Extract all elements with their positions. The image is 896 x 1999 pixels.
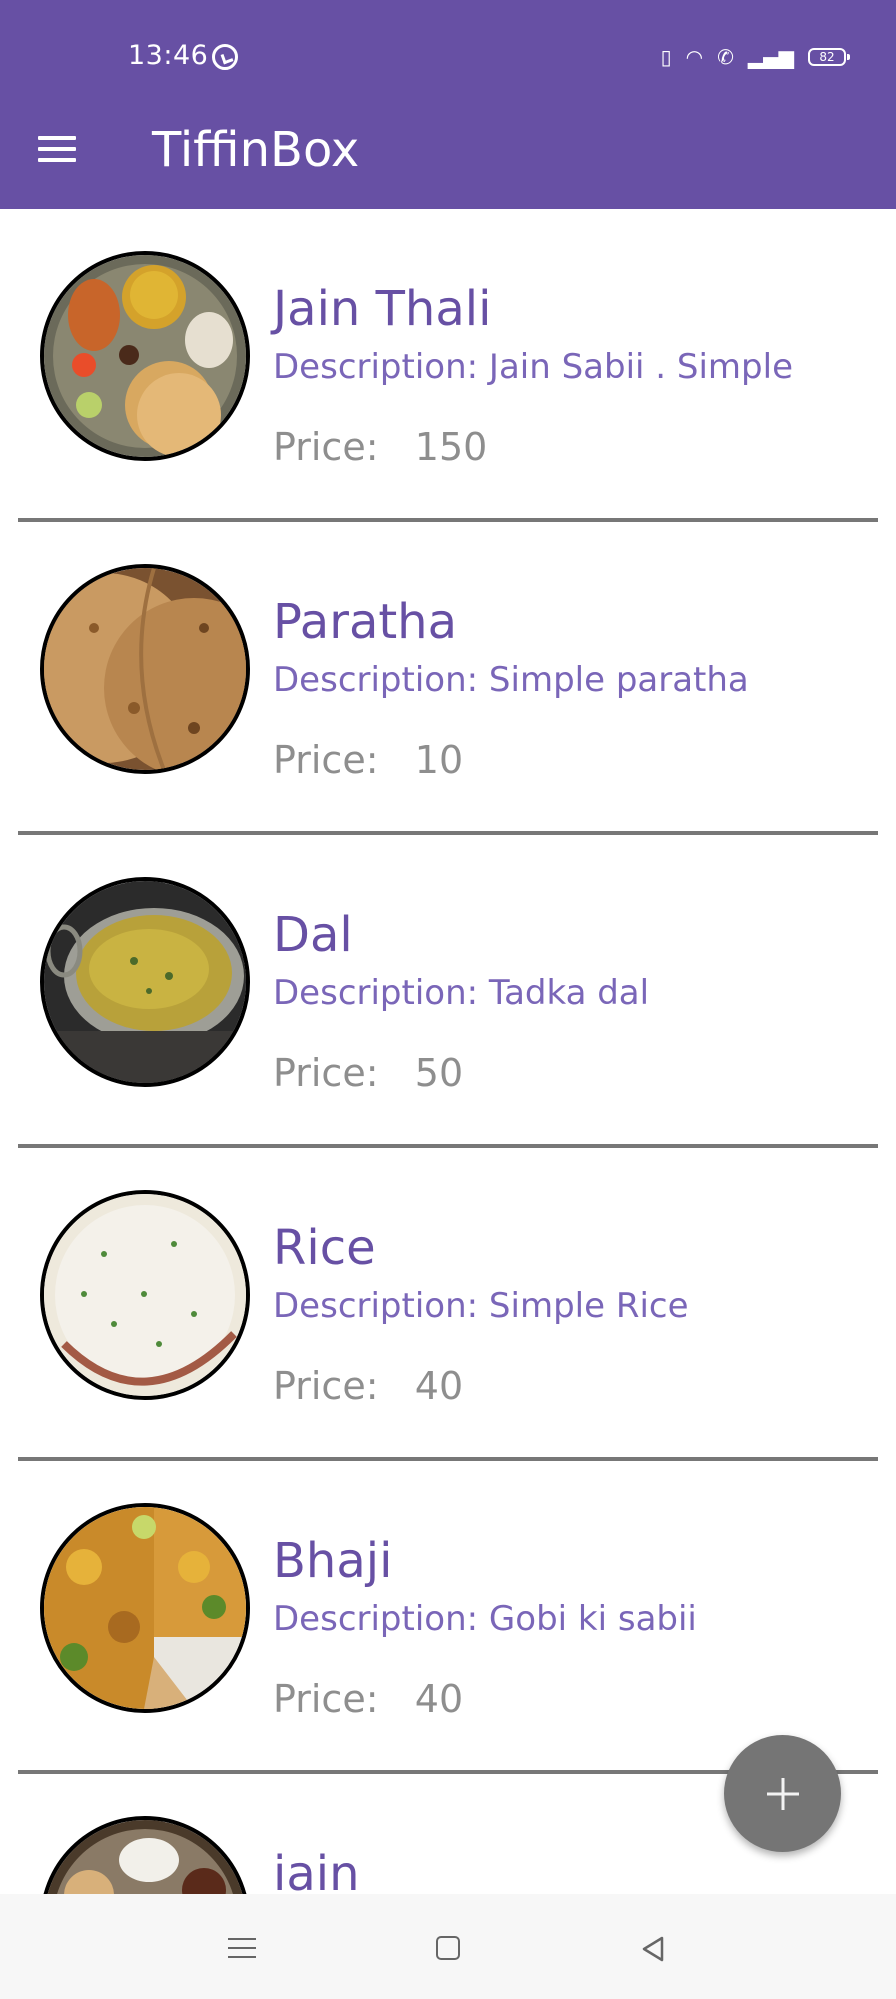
food-image — [40, 564, 250, 774]
list-item[interactable]: Jain Thali Description: Jain Sabii . Sim… — [0, 209, 896, 522]
item-description: Description: Simple paratha — [273, 660, 749, 700]
item-description: Description: Gobi ki sabii — [273, 1599, 697, 1639]
status-icons: ▯ ◠ ✆ ▂▄▆ 82 — [660, 44, 850, 70]
item-description: Description: Jain Sabii . Simple — [273, 347, 793, 387]
item-price: Price: 10 — [273, 738, 464, 782]
food-image — [40, 251, 250, 461]
recents-icon[interactable] — [228, 1936, 256, 1960]
list-item[interactable]: Rice Description: Simple Rice Price: 40 — [0, 1148, 896, 1461]
add-button[interactable] — [724, 1735, 841, 1852]
list-item[interactable]: Paratha Description: Simple paratha Pric… — [0, 522, 896, 835]
list-item[interactable]: Bhaji Description: Gobi ki sabii Price: … — [0, 1461, 896, 1774]
item-description: Description: Simple Rice — [273, 1286, 689, 1326]
item-name: Dal — [273, 907, 353, 963]
item-price: Price: 40 — [273, 1677, 464, 1721]
item-price: Price: 40 — [273, 1364, 464, 1408]
call-icon: ✆ — [717, 45, 734, 69]
app-title: TiffinBox — [152, 122, 360, 178]
list-item[interactable]: Dal Description: Tadka dal Price: 50 — [0, 835, 896, 1148]
home-icon[interactable] — [436, 1936, 460, 1960]
food-image — [40, 1816, 250, 1894]
item-price: Price: 50 — [273, 1051, 464, 1095]
item-description: Description: Tadka dal — [273, 973, 650, 1013]
status-time: 13:46 — [128, 40, 209, 71]
item-price: Price: 150 — [273, 425, 488, 469]
food-list[interactable]: Jain Thali Description: Jain Sabii . Sim… — [0, 209, 896, 1894]
system-nav-bar — [0, 1894, 896, 1999]
food-image — [40, 1190, 250, 1400]
item-name: iain — [273, 1846, 360, 1894]
item-name: Rice — [273, 1220, 376, 1276]
item-name: Paratha — [273, 594, 458, 650]
wifi-icon: ◠ — [685, 45, 704, 69]
food-image — [40, 877, 250, 1087]
item-name: Bhaji — [273, 1533, 393, 1589]
whatsapp-icon — [212, 44, 238, 70]
vibrate-icon: ▯ — [660, 45, 672, 69]
back-icon[interactable] — [640, 1936, 666, 1962]
signal-icon: ▂▄▆ — [747, 45, 794, 69]
app-bar: 13:46 ▯ ◠ ✆ ▂▄▆ 82 TiffinBox — [0, 0, 896, 209]
food-image — [40, 1503, 250, 1713]
battery-icon: 82 — [808, 48, 850, 66]
menu-icon[interactable] — [36, 134, 80, 164]
item-name: Jain Thali — [273, 281, 492, 337]
